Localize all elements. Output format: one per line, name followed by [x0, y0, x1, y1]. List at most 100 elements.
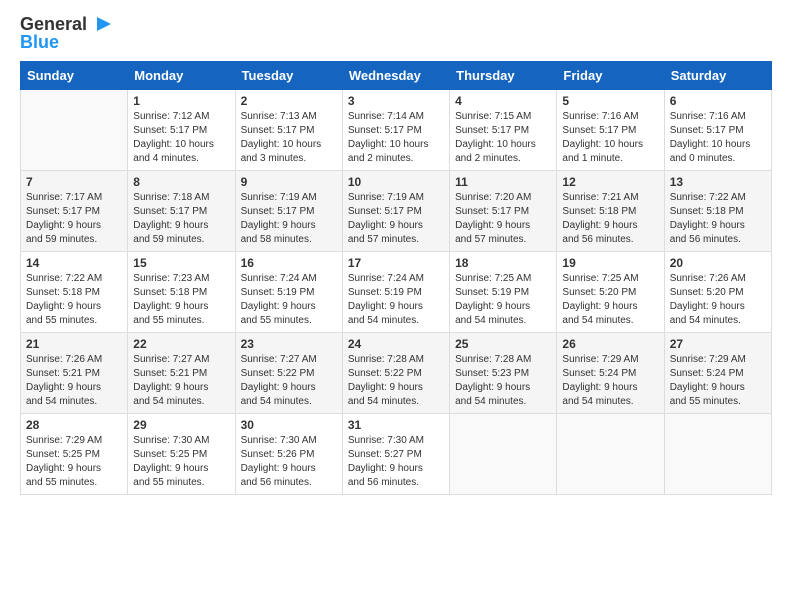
day-number: 31	[348, 418, 444, 432]
day-number: 18	[455, 256, 551, 270]
calendar-header-friday: Friday	[557, 62, 664, 90]
calendar-week-3: 14 Sunrise: 7:22 AM Sunset: 5:18 PM Dayli…	[21, 252, 772, 333]
calendar-day: 12 Sunrise: 7:21 AM Sunset: 5:18 PM Dayli…	[557, 171, 664, 252]
day-info: Sunrise: 7:27 AM Sunset: 5:22 PM Dayligh…	[241, 353, 337, 409]
day-number: 4	[455, 94, 551, 108]
day-number: 23	[241, 337, 337, 351]
calendar-day: 7 Sunrise: 7:17 AM Sunset: 5:17 PM Daylig…	[21, 171, 128, 252]
day-number: 27	[670, 337, 766, 351]
calendar-header-monday: Monday	[128, 62, 235, 90]
calendar-day: 28Sunrise: 7:29 AM Sunset: 5:25 PM Dayli…	[21, 414, 128, 495]
day-number: 10	[348, 175, 444, 189]
day-info: Sunrise: 7:24 AM Sunset: 5:19 PM Dayligh…	[348, 272, 444, 328]
day-number: 1	[133, 94, 229, 108]
day-number: 25	[455, 337, 551, 351]
logo: General Blue	[20, 15, 111, 51]
calendar-day: 10 Sunrise: 7:19 AM Sunset: 5:17 PM Dayli…	[342, 171, 449, 252]
header: General Blue	[20, 15, 772, 51]
calendar-day: 22 Sunrise: 7:27 AM Sunset: 5:21 PM Dayli…	[128, 333, 235, 414]
calendar-day: 2 Sunrise: 7:13 AM Sunset: 5:17 PM Daylig…	[235, 90, 342, 171]
day-number: 22	[133, 337, 229, 351]
day-info: Sunrise: 7:25 AM Sunset: 5:19 PM Dayligh…	[455, 272, 551, 328]
calendar-table: SundayMondayTuesdayWednesdayThursdayFrid…	[20, 61, 772, 495]
calendar-day: 29 Sunrise: 7:30 AM Sunset: 5:25 PM Dayli…	[128, 414, 235, 495]
day-number: 7	[26, 175, 122, 189]
day-info: Sunrise: 7:13 AM Sunset: 5:17 PM Dayligh…	[241, 110, 337, 166]
page-container: General Blue SundayMondayTuesdayWednesda…	[0, 0, 792, 505]
calendar-day: 4Sunrise: 7:15 AM Sunset: 5:17 PM Daylig…	[450, 90, 557, 171]
calendar-day	[664, 414, 771, 495]
calendar-day: 27 Sunrise: 7:29 AM Sunset: 5:24 PM Dayli…	[664, 333, 771, 414]
day-number: 29	[133, 418, 229, 432]
day-number: 26	[562, 337, 658, 351]
calendar-day	[450, 414, 557, 495]
calendar-header-wednesday: Wednesday	[342, 62, 449, 90]
calendar-day: 15Sunrise: 7:23 AM Sunset: 5:18 PM Dayli…	[128, 252, 235, 333]
calendar-day: 6Sunrise: 7:16 AM Sunset: 5:17 PM Daylig…	[664, 90, 771, 171]
day-info: Sunrise: 7:19 AM Sunset: 5:17 PM Dayligh…	[241, 191, 337, 247]
day-info: Sunrise: 7:29 AM Sunset: 5:24 PM Dayligh…	[562, 353, 658, 409]
day-number: 17	[348, 256, 444, 270]
day-info: Sunrise: 7:28 AM Sunset: 5:23 PM Dayligh…	[455, 353, 551, 409]
day-number: 16	[241, 256, 337, 270]
calendar-header-row: SundayMondayTuesdayWednesdayThursdayFrid…	[21, 62, 772, 90]
day-info: Sunrise: 7:26 AM Sunset: 5:20 PM Dayligh…	[670, 272, 766, 328]
logo-general: General	[20, 14, 87, 34]
calendar-day: 30Sunrise: 7:30 AM Sunset: 5:26 PM Dayli…	[235, 414, 342, 495]
calendar-day: 13Sunrise: 7:22 AM Sunset: 5:18 PM Dayli…	[664, 171, 771, 252]
calendar-day: 14 Sunrise: 7:22 AM Sunset: 5:18 PM Dayli…	[21, 252, 128, 333]
day-info: Sunrise: 7:24 AM Sunset: 5:19 PM Dayligh…	[241, 272, 337, 328]
logo-arrow-icon	[89, 15, 111, 33]
calendar-week-4: 21 Sunrise: 7:26 AM Sunset: 5:21 PM Dayli…	[21, 333, 772, 414]
calendar-week-1: 1 Sunrise: 7:12 AM Sunset: 5:17 PM Daylig…	[21, 90, 772, 171]
calendar-day	[557, 414, 664, 495]
day-number: 8	[133, 175, 229, 189]
day-info: Sunrise: 7:26 AM Sunset: 5:21 PM Dayligh…	[26, 353, 122, 409]
calendar-day: 23 Sunrise: 7:27 AM Sunset: 5:22 PM Dayli…	[235, 333, 342, 414]
day-number: 2	[241, 94, 337, 108]
calendar-day	[21, 90, 128, 171]
day-info: Sunrise: 7:30 AM Sunset: 5:27 PM Dayligh…	[348, 434, 444, 490]
day-number: 28	[26, 418, 122, 432]
day-number: 12	[562, 175, 658, 189]
day-number: 5	[562, 94, 658, 108]
calendar-header-saturday: Saturday	[664, 62, 771, 90]
day-number: 21	[26, 337, 122, 351]
calendar-day: 16 Sunrise: 7:24 AM Sunset: 5:19 PM Dayli…	[235, 252, 342, 333]
day-info: Sunrise: 7:29 AM Sunset: 5:24 PM Dayligh…	[670, 353, 766, 409]
calendar-day: 21 Sunrise: 7:26 AM Sunset: 5:21 PM Dayli…	[21, 333, 128, 414]
calendar-header-thursday: Thursday	[450, 62, 557, 90]
calendar-day: 17 Sunrise: 7:24 AM Sunset: 5:19 PM Dayli…	[342, 252, 449, 333]
day-number: 30	[241, 418, 337, 432]
day-number: 14	[26, 256, 122, 270]
logo-blue: Blue	[20, 33, 59, 51]
calendar-week-2: 7 Sunrise: 7:17 AM Sunset: 5:17 PM Daylig…	[21, 171, 772, 252]
calendar-day: 9 Sunrise: 7:19 AM Sunset: 5:17 PM Daylig…	[235, 171, 342, 252]
calendar-day: 31 Sunrise: 7:30 AM Sunset: 5:27 PM Dayli…	[342, 414, 449, 495]
calendar-day: 11Sunrise: 7:20 AM Sunset: 5:17 PM Dayli…	[450, 171, 557, 252]
day-info: Sunrise: 7:18 AM Sunset: 5:17 PM Dayligh…	[133, 191, 229, 247]
calendar-day: 8 Sunrise: 7:18 AM Sunset: 5:17 PM Daylig…	[128, 171, 235, 252]
calendar-day: 20Sunrise: 7:26 AM Sunset: 5:20 PM Dayli…	[664, 252, 771, 333]
day-info: Sunrise: 7:28 AM Sunset: 5:22 PM Dayligh…	[348, 353, 444, 409]
day-number: 19	[562, 256, 658, 270]
calendar-header-sunday: Sunday	[21, 62, 128, 90]
calendar-day: 19Sunrise: 7:25 AM Sunset: 5:20 PM Dayli…	[557, 252, 664, 333]
day-number: 24	[348, 337, 444, 351]
day-info: Sunrise: 7:22 AM Sunset: 5:18 PM Dayligh…	[670, 191, 766, 247]
day-info: Sunrise: 7:16 AM Sunset: 5:17 PM Dayligh…	[562, 110, 658, 166]
calendar-day: 5 Sunrise: 7:16 AM Sunset: 5:17 PM Daylig…	[557, 90, 664, 171]
day-number: 6	[670, 94, 766, 108]
calendar-day: 25 Sunrise: 7:28 AM Sunset: 5:23 PM Dayli…	[450, 333, 557, 414]
day-info: Sunrise: 7:22 AM Sunset: 5:18 PM Dayligh…	[26, 272, 122, 328]
day-number: 15	[133, 256, 229, 270]
calendar-day: 26 Sunrise: 7:29 AM Sunset: 5:24 PM Dayli…	[557, 333, 664, 414]
day-info: Sunrise: 7:19 AM Sunset: 5:17 PM Dayligh…	[348, 191, 444, 247]
day-info: Sunrise: 7:30 AM Sunset: 5:25 PM Dayligh…	[133, 434, 229, 490]
day-info: Sunrise: 7:27 AM Sunset: 5:21 PM Dayligh…	[133, 353, 229, 409]
day-number: 3	[348, 94, 444, 108]
day-info: Sunrise: 7:17 AM Sunset: 5:17 PM Dayligh…	[26, 191, 122, 247]
day-info: Sunrise: 7:21 AM Sunset: 5:18 PM Dayligh…	[562, 191, 658, 247]
day-info: Sunrise: 7:12 AM Sunset: 5:17 PM Dayligh…	[133, 110, 229, 166]
day-number: 9	[241, 175, 337, 189]
